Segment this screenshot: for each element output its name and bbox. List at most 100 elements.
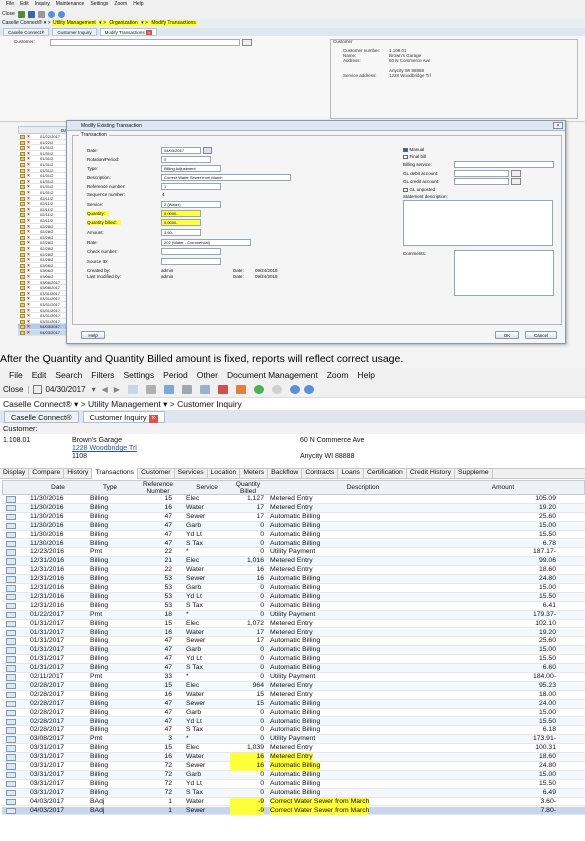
edit-icon[interactable] [20,174,25,179]
edit-icon[interactable] [20,325,25,330]
billing-service-select[interactable] [454,161,554,168]
edit-icon[interactable] [20,213,25,218]
subtab-location[interactable]: Location [208,468,241,479]
table-row[interactable]: 02/28/2017 Billing 16 Water 15 Metered Entry 1… [2,691,585,700]
tab-caselle-connect[interactable]: Caselle Connect® [4,411,79,423]
row-detail-icon[interactable] [6,665,16,672]
table-row[interactable]: 12/31/2016 Billing 53 S Tax 0 Automatic Billi… [2,602,585,611]
subtab-customer[interactable]: Customer [138,468,175,479]
delete-icon[interactable]: × [27,258,32,263]
menu-help[interactable]: Help [133,0,143,9]
breadcrumb-root[interactable]: Caselle Connect® [3,399,72,409]
stop-icon[interactable] [271,385,282,394]
menu-zoom[interactable]: Zoom [114,0,127,9]
table-row[interactable]: 03/31/2017 Billing 72 S Tax 0 Automatic Billi… [2,788,585,798]
row-detail-icon[interactable] [6,496,16,503]
table-row[interactable]: 03/31/2017 Billing 72 Garb 0 Automatic Billin… [2,770,585,780]
delete-icon[interactable]: × [27,331,32,336]
customer-search-icon[interactable] [242,39,252,46]
delete-icon[interactable]: × [27,252,32,257]
delete-icon[interactable]: × [27,163,32,168]
delete-icon[interactable]: × [27,151,32,156]
table-row[interactable]: 02/28/2017 Billing 47 Sewer 15 Automatic Bill… [2,699,585,709]
menu-settings[interactable]: Settings [123,368,154,382]
table-row[interactable]: 02/28/2017 Billing 47 S Tax 0 Automatic Billi… [2,726,585,736]
rate-select[interactable]: 202 (Water - Commercial) [161,239,251,246]
table-row[interactable]: 01/22/2017 Pmt 18 * 0 Utility Payment 179.37- [2,610,585,620]
table-row[interactable]: 03/31/2017 Billing 15 Elec 1,039 Metered Entr… [2,744,585,754]
next-icon[interactable]: ▶ [114,382,120,397]
edit-icon[interactable] [20,263,25,268]
row-detail-icon[interactable] [6,638,16,645]
delete-icon[interactable]: × [27,241,32,246]
delete-icon[interactable]: × [27,314,32,319]
edit-icon[interactable] [20,185,25,190]
service-select[interactable]: 2 (Water) [161,201,221,208]
menu-edit[interactable]: Edit [20,0,29,9]
row-detail-icon[interactable] [6,531,16,539]
row-detail-icon[interactable] [6,549,16,556]
row-detail-icon[interactable] [6,593,16,601]
edit-icon[interactable] [20,157,25,162]
period-dropdown-icon[interactable]: ▾ [92,382,96,397]
dialog-close-icon[interactable]: × [553,122,563,129]
delete-icon[interactable]: × [27,191,32,196]
delete-icon[interactable]: × [27,202,32,207]
row-detail-icon[interactable] [6,629,16,636]
table-row[interactable]: 12/31/2016 Billing 21 Elec 1,016 Metered Entr… [2,557,585,567]
gl-debit-search-icon[interactable] [511,170,521,177]
table-row[interactable]: 12/31/2016 Billing 53 Yd Lt 0 Automatic Billi… [2,592,585,602]
edit-icon[interactable] [20,151,25,156]
manual-checkbox[interactable]: Manual [403,147,424,153]
col-type[interactable]: Type [95,484,125,492]
menu-period[interactable]: Period [163,368,188,382]
menu-help[interactable]: Help [357,368,374,382]
delete-icon[interactable]: × [27,196,32,201]
service-address-link[interactable]: 1228 Woodbridge Trl [72,445,137,452]
delete-icon[interactable]: × [27,235,32,240]
col-reference[interactable]: Reference Number [137,481,179,495]
amount-field[interactable]: 3.60- [161,229,201,236]
table-row[interactable]: 03/08/2017 Pmt 3 * 0 Utility Payment 173.91- [2,735,585,745]
subtab-suppleme[interactable]: Suppleme [455,468,493,479]
menu-maintenance[interactable]: Maintenance [56,0,85,9]
delete-icon[interactable]: × [27,230,32,235]
edit-icon[interactable] [20,314,25,319]
gl-debit-field[interactable] [454,170,509,177]
menu-edit[interactable]: Edit [32,368,47,382]
table-row[interactable]: 11/30/2016 Billing 47 S Tax 0 Automatic Billi… [2,539,585,549]
edit-icon[interactable] [20,252,25,257]
menu-document-management[interactable]: Document Management [227,368,318,382]
table-row[interactable]: 04/03/2017 BAdj 1 Water -9 Correct Water Sewe… [2,797,585,807]
cancel-button[interactable]: Cancel [525,331,557,339]
refresh-icon[interactable] [253,385,264,394]
delete-icon[interactable]: × [27,280,32,285]
edit-icon[interactable] [20,275,25,279]
table-row[interactable]: 02/28/2017 Billing 47 Yd Lt 0 Automatic Billi… [2,717,585,727]
gl-credit-field[interactable] [454,178,509,185]
row-detail-icon[interactable] [6,736,16,743]
edit-icon[interactable] [20,258,25,263]
col-date[interactable]: Date [43,484,73,492]
delete-icon[interactable]: × [27,207,32,212]
delete-icon[interactable]: × [27,146,32,151]
menu-zoom[interactable]: Zoom [327,368,349,382]
table-row[interactable]: 01/31/2017 Billing 47 Yd Lt 0 Automatic Billi… [2,655,585,665]
row-detail-icon[interactable] [6,709,16,717]
breadcrumb-utility-management[interactable]: Utility Management [51,20,97,26]
subtab-backflow[interactable]: Backflow [268,468,303,479]
add-icon[interactable] [17,10,25,18]
delete-icon[interactable]: × [27,247,32,252]
source-id-field[interactable] [161,258,221,265]
gl-credit-search-icon[interactable] [511,178,521,185]
row-detail-icon[interactable] [6,745,16,752]
tab-customer-inquiry[interactable]: Customer Inquiry [52,28,97,36]
breadcrumb-root[interactable]: Caselle Connect® [2,20,42,26]
table-row[interactable]: 03/31/2017 Billing 16 Water 16 Metered Entry 1… [2,753,585,762]
row-detail-icon[interactable] [6,567,16,574]
menu-file[interactable]: File [6,0,14,9]
table-row[interactable]: 11/30/2016 Billing 16 Water 17 Metered Entry 1… [2,503,585,513]
close-button[interactable]: Close [2,11,15,17]
reference-number-field[interactable]: 1 [161,183,221,190]
close-button[interactable]: Close [3,382,23,397]
